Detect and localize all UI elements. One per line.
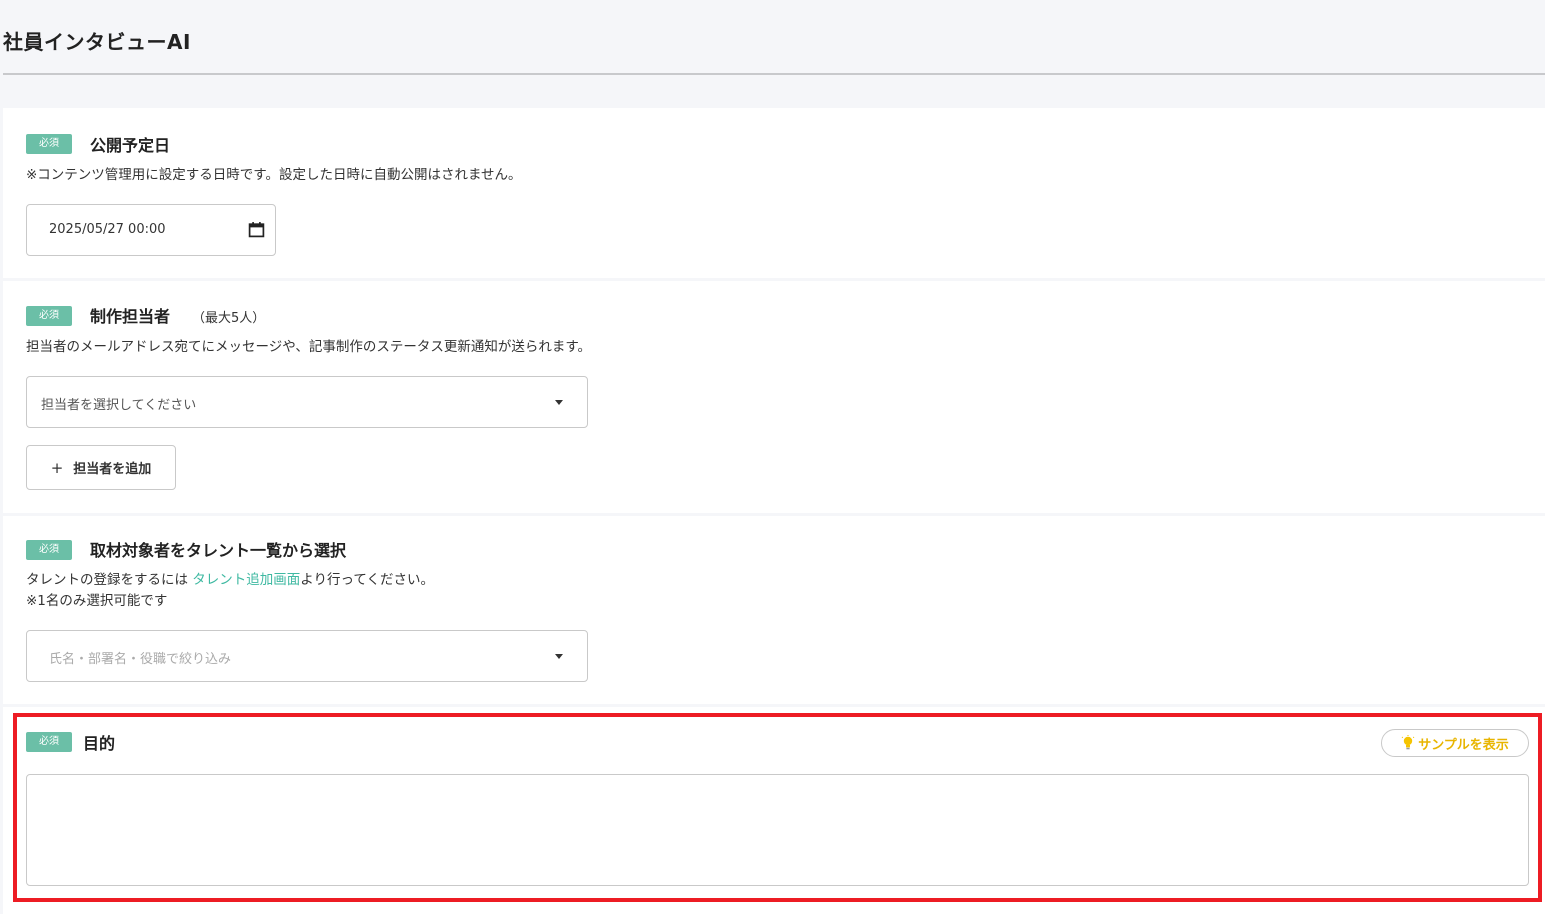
purpose-title: 目的 xyxy=(83,734,116,753)
publish-date-value: 2025/05/27 00:00 xyxy=(49,222,166,237)
assignee-section: 必須 制作担当者 （最大5人） 担当者のメールアドレス宛てにメッセージや、記事制作… xyxy=(3,281,1545,513)
required-badge: 必須 xyxy=(26,732,72,752)
assignee-title-text: 制作担当者 xyxy=(90,307,171,326)
required-badge: 必須 xyxy=(26,306,72,326)
publish-date-description: ※コンテンツ管理用に設定する日時です。設定した日時に自動公開はされません。 xyxy=(26,167,522,183)
interviewee-title: 取材対象者をタレント一覧から選択 xyxy=(90,541,347,560)
interviewee-section: 必須 取材対象者をタレント一覧から選択 タレントの登録をするには タレント追加画… xyxy=(3,516,1545,704)
publish-date-section: 必須 公開予定日 ※コンテンツ管理用に設定する日時です。設定した日時に自動公開は… xyxy=(3,108,1545,278)
interviewee-description: タレントの登録をするには タレント追加画面より行ってください。 xyxy=(26,570,434,591)
assignee-select[interactable]: 担当者を選択してください xyxy=(26,376,588,428)
assignee-select-placeholder: 担当者を選択してください xyxy=(41,398,197,413)
interviewee-filter-placeholder: 氏名・部署名・役職で絞り込み xyxy=(49,652,232,667)
page-header: 社員インタビューAI xyxy=(0,0,1545,75)
assignee-description: 担当者のメールアドレス宛てにメッセージや、記事制作のステータス更新通知が送られま… xyxy=(26,339,591,355)
caret-down-icon xyxy=(555,654,563,659)
interviewee-filter-select[interactable]: 氏名・部署名・役職で絞り込み xyxy=(26,630,588,682)
purpose-textarea[interactable] xyxy=(26,774,1529,886)
publish-date-title: 公開予定日 xyxy=(90,136,171,155)
app-title: 社員インタビューAI xyxy=(3,30,191,54)
talent-add-link[interactable]: タレント追加画面 xyxy=(192,572,300,588)
interviewee-description-suffix: より行ってください。 xyxy=(300,572,434,588)
add-assignee-label: 担当者を追加 xyxy=(73,462,152,477)
required-badge: 必須 xyxy=(26,134,72,154)
interviewee-note: ※1名のみ選択可能です xyxy=(26,593,168,609)
publish-date-input[interactable]: 2025/05/27 00:00 xyxy=(26,204,276,256)
calendar-icon[interactable] xyxy=(248,221,265,238)
add-assignee-button[interactable]: + 担当者を追加 xyxy=(26,445,176,490)
required-badge: 必須 xyxy=(26,540,72,560)
assignee-limit-note: （最大5人） xyxy=(192,311,266,326)
caret-down-icon xyxy=(555,400,563,405)
interviewee-description-prefix: タレントの登録をするには xyxy=(26,572,193,588)
show-sample-label: サンプルを表示 xyxy=(1418,737,1509,753)
assignee-title: 制作担当者 （最大5人） xyxy=(90,303,265,327)
show-sample-button[interactable]: サンプルを表示 xyxy=(1381,729,1529,757)
purpose-section: 必須 目的 サンプルを表示 xyxy=(3,707,1545,914)
lightbulb-icon xyxy=(1401,735,1415,750)
header-divider xyxy=(3,73,1545,75)
plus-icon: + xyxy=(50,458,64,477)
